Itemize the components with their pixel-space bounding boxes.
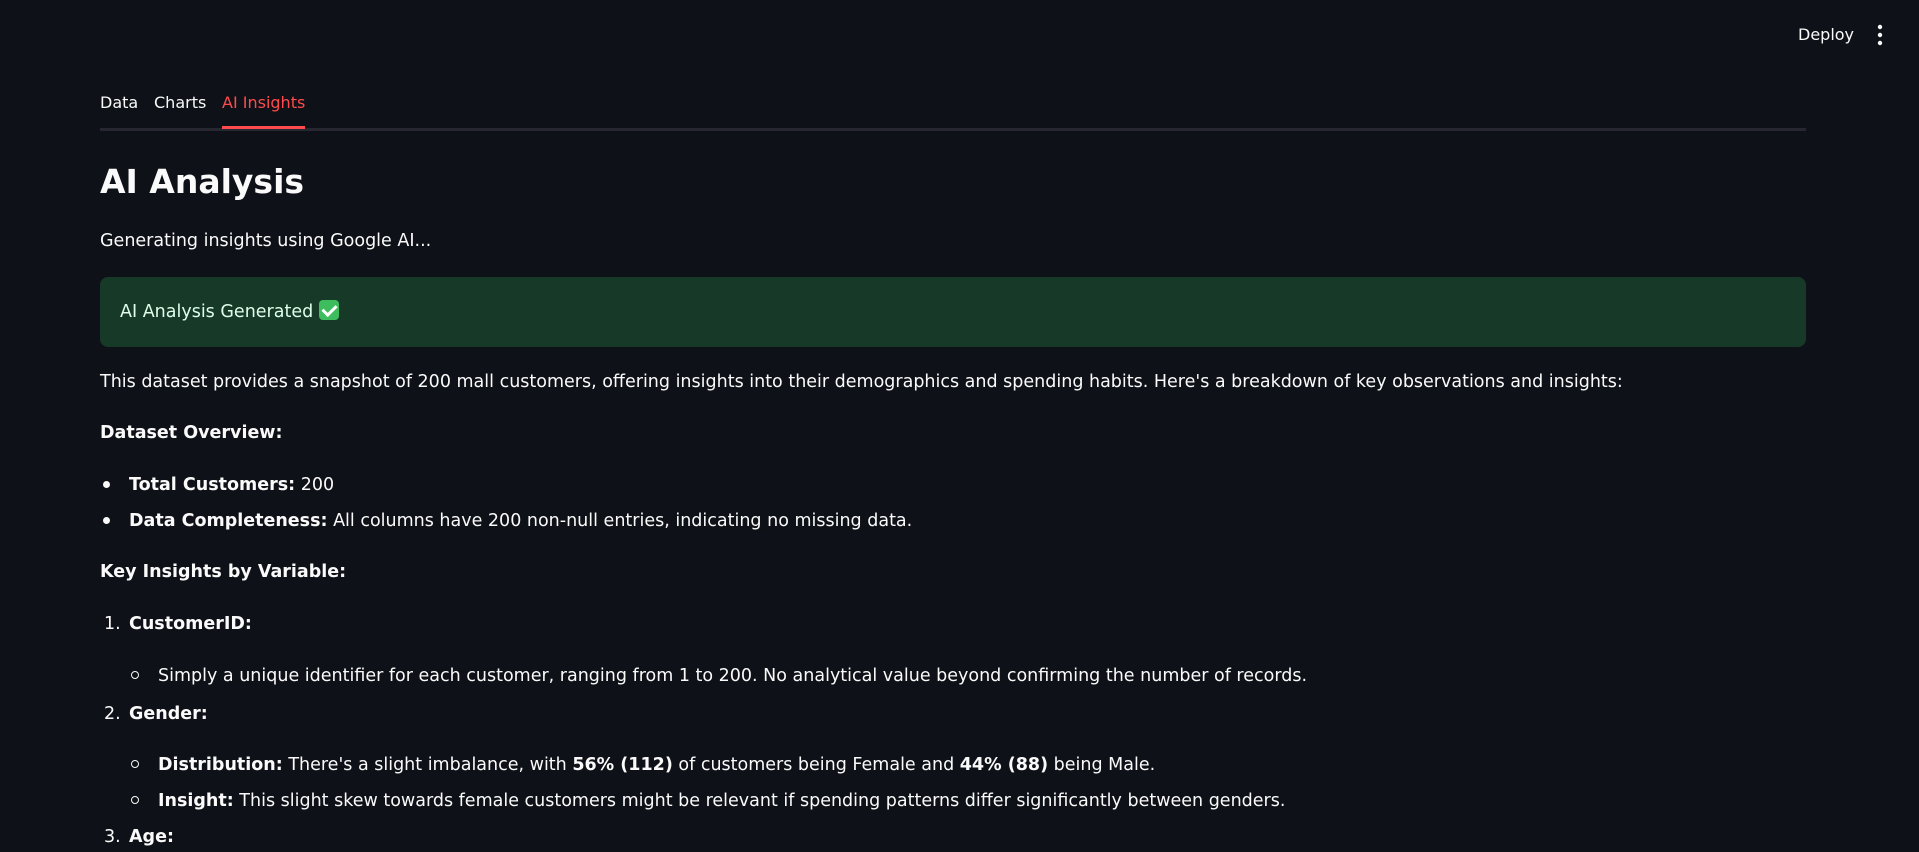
section-title: CustomerID:: [129, 614, 252, 634]
page-title: AI Analysis: [100, 162, 305, 201]
list-number: 1.: [104, 614, 121, 634]
main-content: Data Charts AI Insights AI Analysis Gene…: [100, 88, 1806, 847]
overview-heading: Dataset Overview:: [100, 423, 283, 443]
list-item: Data Completeness: All columns have 200 …: [129, 511, 913, 531]
bullet-icon: [103, 517, 110, 524]
section-title: Age:: [129, 827, 174, 847]
success-text: AI Analysis Generated: [120, 302, 314, 322]
tab-bar: Data Charts AI Insights: [100, 88, 1806, 131]
kebab-menu-icon[interactable]: [1868, 22, 1892, 48]
sub-bullet-icon: [131, 760, 139, 768]
list-item: Distribution: There's a slight imbalance…: [158, 755, 1156, 775]
sub-bullet-icon: [131, 671, 139, 679]
sub-bullet-icon: [131, 796, 139, 804]
tab-ai-insights[interactable]: AI Insights: [222, 90, 306, 129]
deploy-button[interactable]: Deploy: [1784, 22, 1868, 48]
list-number: 3.: [104, 827, 121, 847]
list-number: 2.: [104, 704, 121, 724]
list-item: Total Customers: 200: [129, 475, 335, 495]
insights-heading: Key Insights by Variable:: [100, 562, 347, 582]
list-item: Simply a unique identifier for each cust…: [158, 666, 1308, 686]
list-item: Insight: This slight skew towards female…: [158, 791, 1286, 811]
top-bar: Deploy: [0, 0, 1919, 68]
tab-data[interactable]: Data: [100, 90, 138, 124]
tab-charts[interactable]: Charts: [154, 90, 206, 124]
intro-paragraph: This dataset provides a snapshot of 200 …: [100, 372, 1623, 392]
status-text: Generating insights using Google AI...: [100, 231, 432, 251]
bullet-icon: [103, 481, 110, 488]
check-mark-icon: [319, 300, 340, 320]
section-title: Gender:: [129, 704, 208, 724]
success-alert: AI Analysis Generated: [100, 277, 1806, 347]
